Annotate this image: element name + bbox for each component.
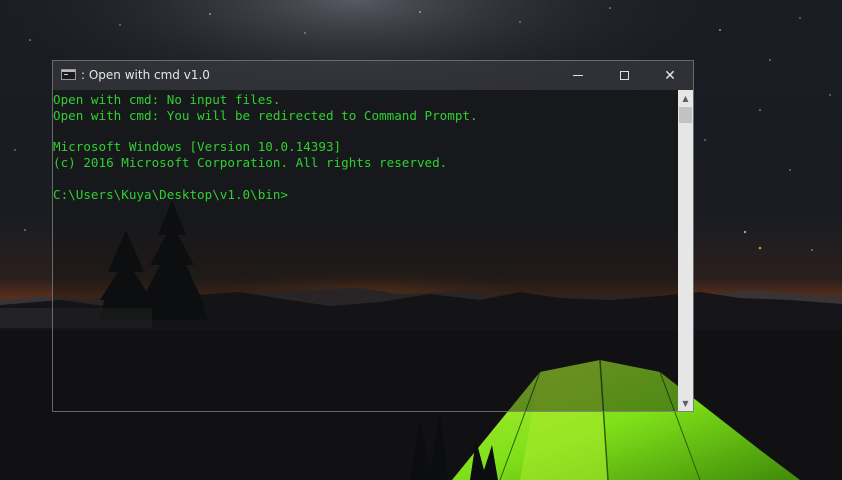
console-window[interactable]: : Open with cmd v1.0 ✕ Open with cmd: No… (52, 60, 694, 412)
close-icon: ✕ (664, 67, 676, 84)
minimize-icon (573, 75, 583, 76)
minimize-button[interactable] (555, 61, 601, 90)
window-title: : Open with cmd v1.0 (81, 68, 210, 82)
maximize-button[interactable] (601, 61, 647, 90)
console-app-icon[interactable] (61, 69, 76, 80)
console-line: (c) 2016 Microsoft Corporation. All righ… (53, 155, 448, 171)
command-prompt-line[interactable]: C:\Users\Kuya\Desktop\v1.0\bin> (53, 187, 288, 202)
scroll-down-button[interactable]: ▼ (678, 395, 693, 411)
chevron-down-icon: ▼ (682, 398, 689, 408)
console-text: Open with cmd: No input files. Open with… (53, 90, 678, 203)
console-line: Open with cmd: No input files. (53, 92, 281, 107)
console-output-area[interactable]: Open with cmd: No input files. Open with… (53, 90, 678, 411)
console-line: Microsoft Windows [Version 10.0.14393] (53, 139, 342, 155)
scroll-up-button[interactable]: ▲ (678, 90, 693, 106)
title-bar[interactable]: : Open with cmd v1.0 ✕ (53, 61, 693, 90)
maximize-icon (619, 71, 629, 80)
chevron-up-icon: ▲ (682, 93, 689, 103)
vertical-scrollbar[interactable]: ▲ ▼ (678, 90, 693, 411)
console-line: Open with cmd: You will be redirected to… (53, 107, 478, 123)
close-button[interactable]: ✕ (647, 61, 693, 90)
scroll-thumb[interactable] (679, 107, 692, 123)
